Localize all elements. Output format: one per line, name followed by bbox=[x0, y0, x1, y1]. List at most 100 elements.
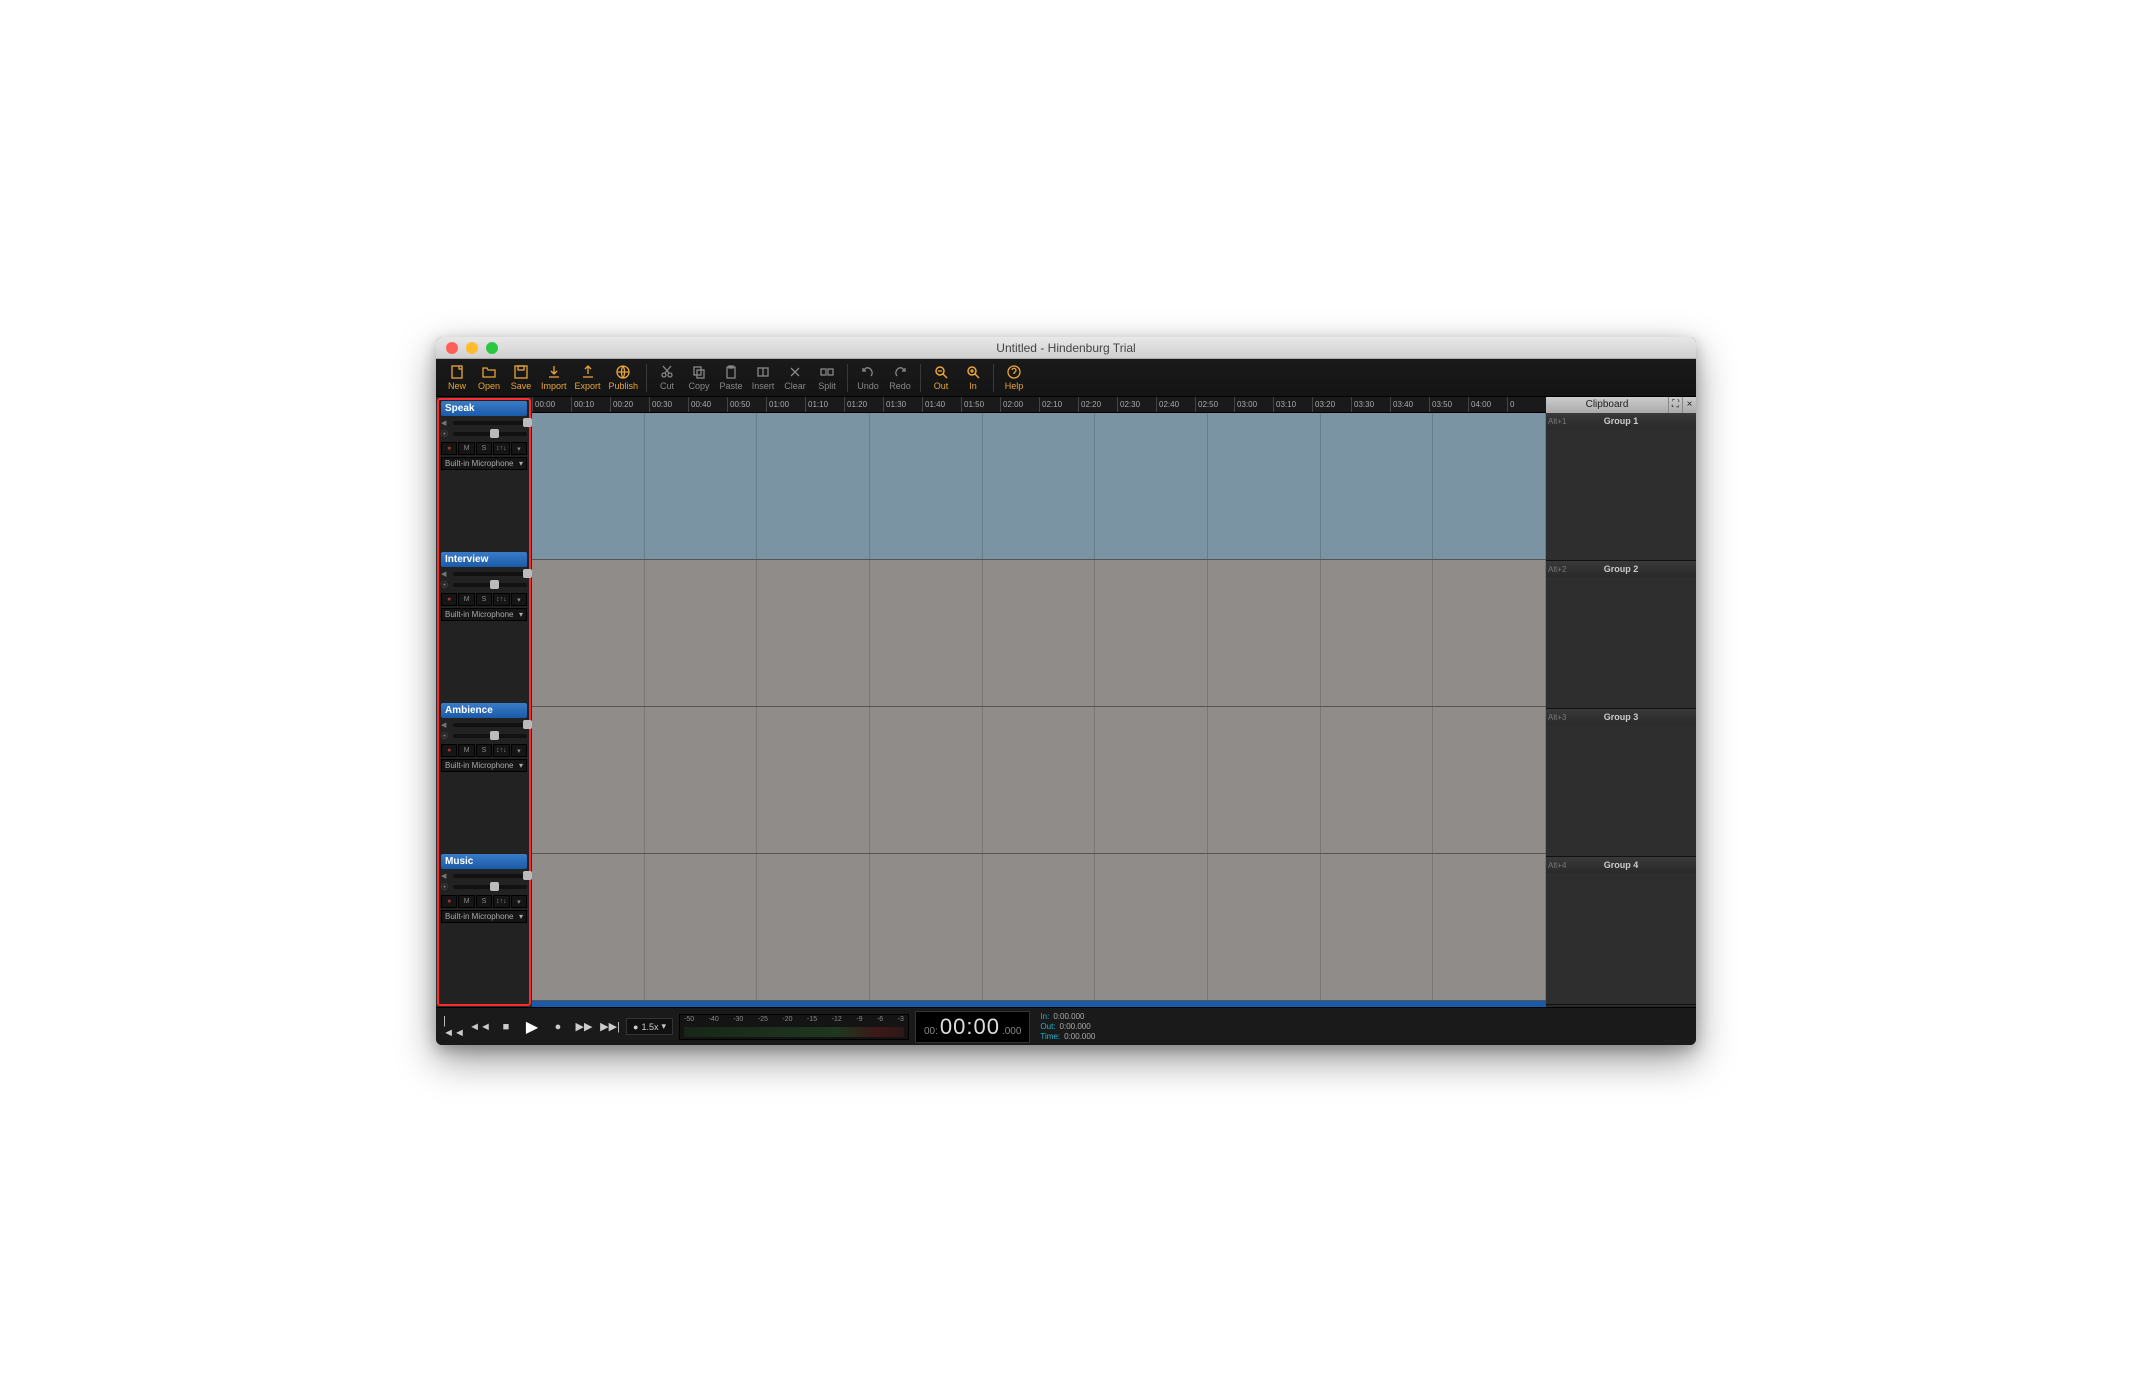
record-arm-button[interactable]: ● bbox=[441, 593, 457, 606]
fast-forward-button[interactable]: ▶▶ bbox=[574, 1017, 594, 1037]
titlebar[interactable]: Untitled - Hindenburg Trial bbox=[436, 337, 1696, 359]
time-ruler[interactable]: 00:0000:1000:2000:3000:4000:5001:0001:10… bbox=[532, 397, 1546, 413]
input-selector[interactable]: Built-in Microphone▾ bbox=[441, 759, 527, 772]
go-to-start-button[interactable]: |◄◄ bbox=[444, 1017, 464, 1037]
open-button[interactable]: Open bbox=[474, 361, 504, 395]
clipboard-close-icon[interactable]: × bbox=[1682, 397, 1696, 413]
fx-button[interactable]: ↕↑↓ bbox=[493, 442, 509, 455]
timeline-scrollbar[interactable] bbox=[532, 1001, 1546, 1007]
rewind-button[interactable]: ◄◄ bbox=[470, 1017, 490, 1037]
clipboard-expand-icon[interactable]: ⛶ bbox=[1668, 397, 1682, 413]
track-menu-button[interactable]: ▾ bbox=[511, 895, 527, 908]
track-menu-button[interactable]: ▾ bbox=[511, 744, 527, 757]
track-lanes[interactable] bbox=[532, 413, 1546, 1001]
fx-button[interactable]: ↕↑↓ bbox=[493, 593, 509, 606]
ruler-mark: 03:10 bbox=[1273, 397, 1312, 412]
publish-icon bbox=[615, 364, 631, 380]
go-to-end-button[interactable]: ▶▶| bbox=[600, 1017, 620, 1037]
solo-button[interactable]: S bbox=[476, 593, 492, 606]
clipboard-group[interactable]: Alt+3Group 3 bbox=[1546, 709, 1696, 857]
clipboard-group[interactable]: Alt+2Group 2 bbox=[1546, 561, 1696, 709]
ruler-mark: 02:40 bbox=[1156, 397, 1195, 412]
app-window: Untitled - Hindenburg Trial NewOpenSaveI… bbox=[436, 337, 1696, 1045]
split-icon bbox=[819, 364, 835, 380]
track-lane[interactable] bbox=[532, 413, 1546, 560]
solo-button[interactable]: S bbox=[476, 895, 492, 908]
open-icon bbox=[481, 364, 497, 380]
fx-button[interactable]: ↕↑↓ bbox=[493, 895, 509, 908]
clipboard-group[interactable]: Alt+4Group 4 bbox=[1546, 857, 1696, 1005]
mute-button[interactable]: M bbox=[458, 593, 474, 606]
track-lane[interactable] bbox=[532, 560, 1546, 707]
record-arm-button[interactable]: ● bbox=[441, 895, 457, 908]
track-menu-button[interactable]: ▾ bbox=[511, 442, 527, 455]
record-button[interactable]: ● bbox=[548, 1017, 568, 1037]
playback-speed[interactable]: ● 1.5x ▾ bbox=[626, 1018, 673, 1035]
undo-button[interactable]: Undo bbox=[853, 361, 883, 395]
pan-slider[interactable] bbox=[453, 885, 527, 889]
track-name[interactable]: Speak bbox=[441, 401, 527, 416]
paste-button[interactable]: Paste bbox=[716, 361, 746, 395]
split-button[interactable]: Split bbox=[812, 361, 842, 395]
track-lane[interactable] bbox=[532, 854, 1546, 1001]
fx-button[interactable]: ↕↑↓ bbox=[493, 744, 509, 757]
save-button[interactable]: Save bbox=[506, 361, 536, 395]
stop-button[interactable]: ■ bbox=[496, 1017, 516, 1037]
volume-slider[interactable] bbox=[453, 572, 527, 576]
out-button[interactable]: Out bbox=[926, 361, 956, 395]
input-selector[interactable]: Built-in Microphone▾ bbox=[441, 910, 527, 923]
new-icon bbox=[449, 364, 465, 380]
undo-icon bbox=[860, 364, 876, 380]
volume-slider[interactable] bbox=[453, 421, 527, 425]
clipboard-group[interactable]: Alt+1Group 1 bbox=[1546, 413, 1696, 561]
input-selector[interactable]: Built-in Microphone▾ bbox=[441, 608, 527, 621]
ruler-mark: 00:20 bbox=[610, 397, 649, 412]
in-button[interactable]: In bbox=[958, 361, 988, 395]
solo-button[interactable]: S bbox=[476, 744, 492, 757]
pan-slider[interactable] bbox=[453, 583, 527, 587]
ruler-mark: 01:10 bbox=[805, 397, 844, 412]
import-button[interactable]: Import bbox=[538, 361, 570, 395]
clipboard-title: Clipboard bbox=[1546, 397, 1668, 413]
help-button[interactable]: Help bbox=[999, 361, 1029, 395]
track-name[interactable]: Interview bbox=[441, 552, 527, 567]
timecode-display: 00: 00:00 .000 bbox=[915, 1011, 1030, 1043]
mute-button[interactable]: M bbox=[458, 744, 474, 757]
toolbar: NewOpenSaveImportExportPublish CutCopyPas… bbox=[436, 359, 1696, 397]
cut-button[interactable]: Cut bbox=[652, 361, 682, 395]
ruler-mark: 00:50 bbox=[727, 397, 766, 412]
track-lane[interactable] bbox=[532, 707, 1546, 854]
input-selector[interactable]: Built-in Microphone▾ bbox=[441, 457, 527, 470]
ruler-mark: 02:10 bbox=[1039, 397, 1078, 412]
solo-button[interactable]: S bbox=[476, 442, 492, 455]
pan-slider[interactable] bbox=[453, 432, 527, 436]
mute-button[interactable]: M bbox=[458, 895, 474, 908]
pan-slider[interactable] bbox=[453, 734, 527, 738]
redo-button[interactable]: Redo bbox=[885, 361, 915, 395]
track-menu-button[interactable]: ▾ bbox=[511, 593, 527, 606]
publish-button[interactable]: Publish bbox=[606, 361, 642, 395]
volume-slider[interactable] bbox=[453, 874, 527, 878]
pan-icon: ⦿ bbox=[441, 882, 451, 892]
play-button[interactable]: ▶ bbox=[522, 1017, 542, 1037]
ruler-mark: 00:30 bbox=[649, 397, 688, 412]
record-arm-button[interactable]: ● bbox=[441, 744, 457, 757]
track-header: Music◀⦿●MS↕↑↓▾Built-in Microphone▾ bbox=[439, 853, 529, 1004]
in-icon bbox=[965, 364, 981, 380]
timeline-area: 00:0000:1000:2000:3000:4000:5001:0001:10… bbox=[532, 397, 1546, 1007]
track-name[interactable]: Music bbox=[441, 854, 527, 869]
export-button[interactable]: Export bbox=[572, 361, 604, 395]
clear-button[interactable]: Clear bbox=[780, 361, 810, 395]
mute-button[interactable]: M bbox=[458, 442, 474, 455]
track-panel: Speak◀⦿●MS↕↑↓▾Built-in Microphone▾Interv… bbox=[437, 398, 531, 1006]
record-arm-button[interactable]: ● bbox=[441, 442, 457, 455]
volume-slider[interactable] bbox=[453, 723, 527, 727]
insert-icon bbox=[755, 364, 771, 380]
track-name[interactable]: Ambience bbox=[441, 703, 527, 718]
new-button[interactable]: New bbox=[442, 361, 472, 395]
ruler-mark: 02:50 bbox=[1195, 397, 1234, 412]
ruler-mark: 03:40 bbox=[1390, 397, 1429, 412]
import-icon bbox=[546, 364, 562, 380]
insert-button[interactable]: Insert bbox=[748, 361, 778, 395]
copy-button[interactable]: Copy bbox=[684, 361, 714, 395]
